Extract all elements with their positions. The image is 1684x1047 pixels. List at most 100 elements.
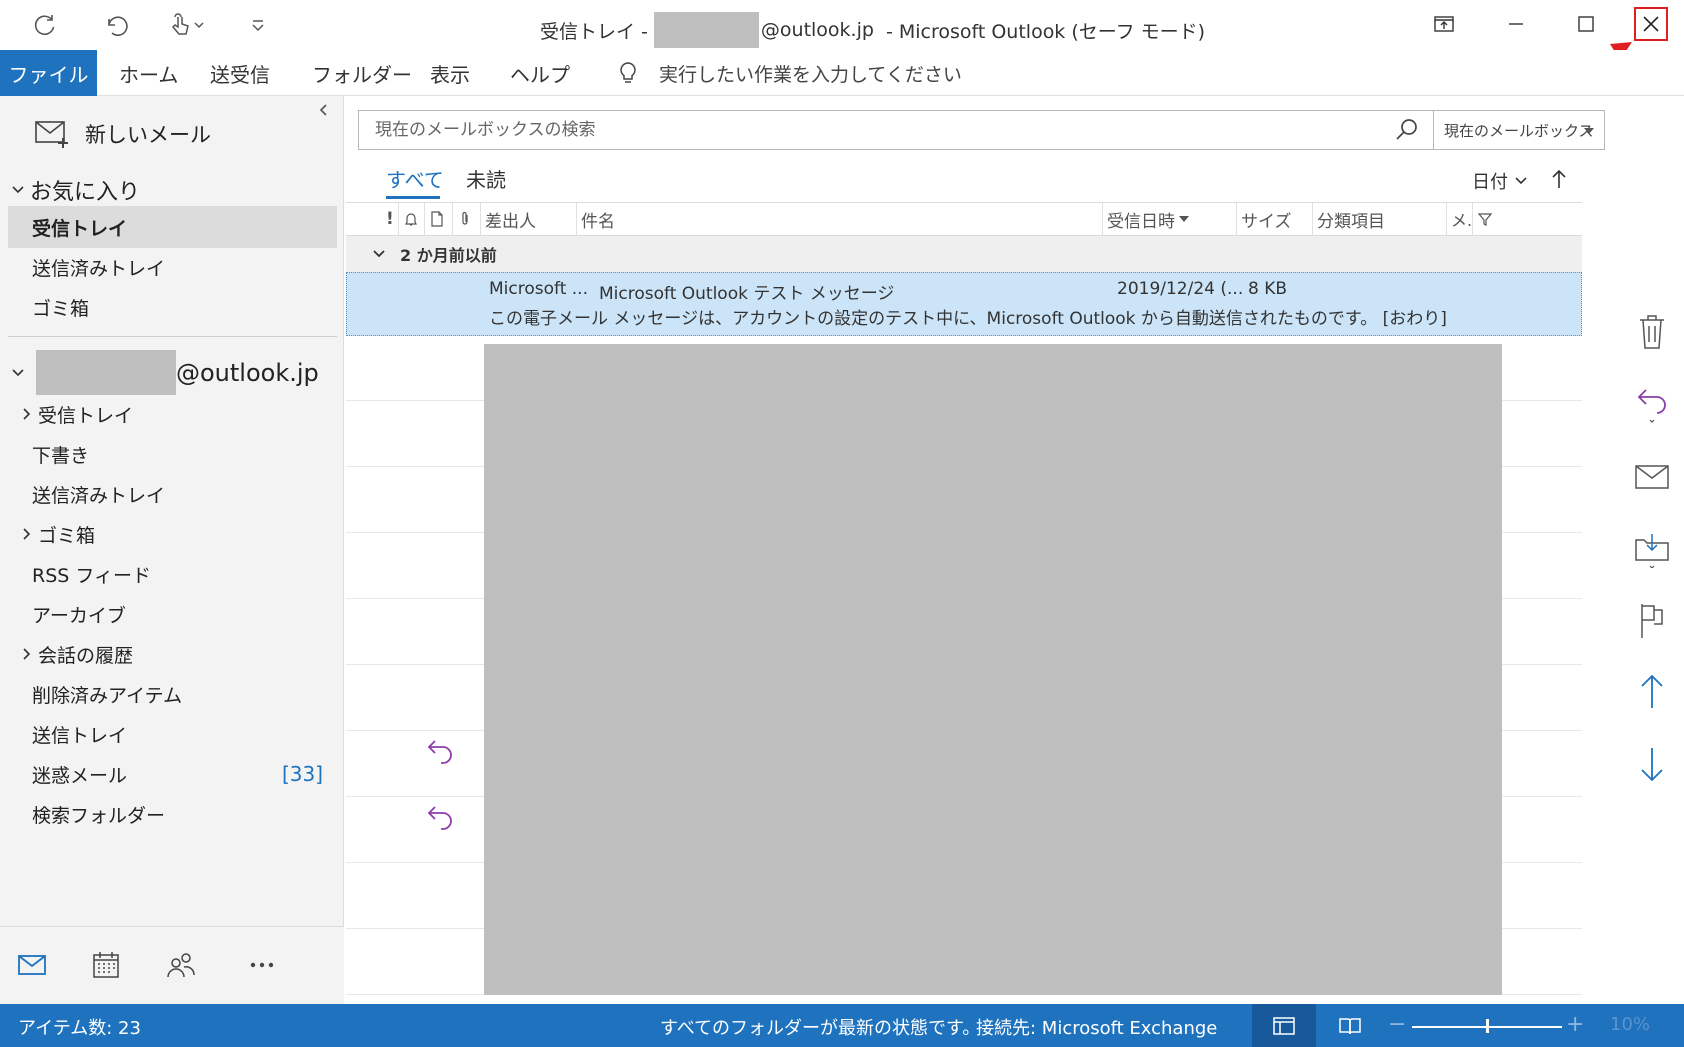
group-header[interactable]: 2 か月前以前 — [346, 236, 1582, 272]
folder-drafts[interactable]: 下書き — [8, 433, 337, 475]
tab-view[interactable]: 表示 — [430, 50, 470, 96]
title-domain: @outlook.jp — [760, 19, 874, 41]
tab-send-receive[interactable]: 送受信 — [210, 50, 270, 96]
replied-icon — [427, 740, 452, 764]
chevron-right-icon — [23, 408, 31, 420]
zoom-slider-thumb[interactable] — [1486, 1019, 1489, 1033]
sync-icon[interactable] — [30, 10, 60, 40]
tell-me-label: 実行したい作業を入力してください — [659, 63, 962, 86]
delete-icon[interactable] — [1634, 312, 1670, 352]
redacted-account — [653, 12, 759, 48]
folder-search[interactable]: 検索フォルダー — [8, 793, 337, 835]
mail-icon[interactable] — [14, 947, 50, 983]
sort-by-label: 日付 — [1472, 172, 1508, 193]
search-scope-dropdown[interactable]: 現在のメールボックス — [1434, 110, 1605, 150]
close-icon[interactable] — [1634, 7, 1668, 41]
folder-label: 会話の履歴 — [38, 644, 134, 667]
ribbon-display-options-icon[interactable] — [1412, 2, 1476, 46]
zoom-level[interactable]: 10% — [1610, 1014, 1650, 1035]
folder-archive[interactable]: アーカイブ — [8, 593, 337, 635]
col-importance[interactable]: ! — [382, 203, 398, 235]
tab-help[interactable]: ヘルプ — [510, 50, 570, 96]
people-icon[interactable] — [162, 947, 198, 983]
mark-read-envelope-icon[interactable] — [1634, 456, 1670, 496]
favorite-inbox[interactable]: 受信トレイ — [8, 206, 337, 248]
previous-item-icon[interactable] — [1634, 672, 1670, 712]
sort-by-dropdown[interactable]: 日付 — [1472, 168, 1528, 194]
more-icon[interactable] — [244, 947, 280, 983]
col-subject[interactable]: 件名 — [576, 203, 1102, 235]
favorite-sent[interactable]: 送信済みトレイ — [8, 246, 337, 288]
move-to-folder-icon[interactable] — [1634, 528, 1670, 568]
customize-quick-access-icon[interactable] — [243, 10, 273, 40]
title-prefix: 受信トレイ - — [540, 20, 648, 43]
calendar-icon[interactable] — [88, 947, 124, 983]
next-item-icon[interactable] — [1634, 744, 1670, 784]
folder-deleted[interactable]: 削除済みアイテム — [8, 673, 337, 715]
col-size[interactable]: サイズ — [1236, 203, 1312, 235]
tell-me-search[interactable]: 実行したい作業を入力してください — [615, 50, 962, 96]
touch-mode-icon[interactable] — [160, 10, 210, 40]
redacted-message-list — [484, 344, 1502, 995]
title-bar: 受信トレイ - @outlook.jp - Microsoft Outlook … — [0, 0, 1684, 76]
tab-folder[interactable]: フォルダー — [312, 50, 412, 96]
reading-view-icon — [1339, 1017, 1361, 1034]
connection-status: 接続先: Microsoft Exchange — [976, 1018, 1218, 1039]
favorites-header[interactable]: お気に入り — [10, 174, 140, 206]
zoom-out-button[interactable]: − — [1388, 1012, 1406, 1037]
zoom-in-button[interactable]: + — [1566, 1012, 1584, 1037]
flag-icon[interactable] — [1634, 600, 1670, 640]
group-label: 2 か月前以前 — [400, 246, 497, 265]
col-reminder[interactable] — [398, 203, 424, 235]
folder-conversation-history[interactable]: 会話の履歴 — [8, 633, 337, 675]
minimize-icon[interactable] — [1484, 2, 1548, 46]
folder-sent[interactable]: 送信済みトレイ — [8, 473, 337, 515]
message-from: Microsoft ... — [489, 279, 588, 299]
search-scope-label: 現在のメールボックス — [1444, 121, 1594, 140]
filter-unread[interactable]: 未読 — [466, 164, 506, 193]
normal-view-icon — [1273, 1016, 1295, 1035]
col-category[interactable]: 分類項目 — [1312, 203, 1446, 235]
unread-count-badge: [33] — [281, 762, 323, 786]
col-received[interactable]: 受信日時 — [1102, 203, 1236, 235]
col-from[interactable]: 差出人 — [480, 203, 576, 235]
reading-view-button[interactable] — [1330, 1004, 1370, 1047]
chevron-right-icon — [23, 528, 31, 540]
folder-trash[interactable]: ゴミ箱 — [8, 513, 337, 555]
folder-inbox[interactable]: 受信トレイ — [8, 393, 337, 435]
undo-icon[interactable] — [100, 10, 130, 40]
sort-direction-icon[interactable] — [1550, 168, 1568, 190]
normal-view-button[interactable] — [1252, 1004, 1316, 1047]
search-input[interactable] — [359, 111, 1389, 149]
status-bar: アイテム数: 23 すべてのフォルダーが最新の状態です。 接続先: Micros… — [0, 1004, 1684, 1047]
reply-icon[interactable] — [1634, 384, 1670, 424]
search-icon[interactable] — [1394, 117, 1420, 143]
filter-all[interactable]: すべて — [386, 164, 444, 193]
new-mail-button[interactable]: 新しいメール — [34, 118, 211, 150]
new-mail-label: 新しいメール — [85, 123, 211, 147]
col-attachment[interactable] — [452, 203, 480, 235]
title-app: - Microsoft Outlook (セーフ モード) — [885, 20, 1206, 43]
message-subject: Microsoft Outlook テスト メッセージ — [599, 284, 895, 304]
col-flag-filter[interactable] — [1472, 203, 1502, 235]
folder-label: 迷惑メール — [32, 764, 128, 787]
col-icon[interactable] — [424, 203, 452, 235]
col-mention[interactable]: メ.. — [1446, 203, 1472, 235]
reminder-bell-icon — [405, 213, 417, 226]
paperclip-icon — [462, 211, 468, 225]
dropdown-arrow-icon — [1584, 128, 1594, 134]
redacted-account — [36, 350, 176, 395]
favorite-trash[interactable]: ゴミ箱 — [8, 286, 337, 328]
folder-rss[interactable]: RSS フィード — [8, 553, 337, 595]
folder-junk[interactable]: 迷惑メール [33] — [8, 753, 337, 795]
table-row[interactable]: Microsoft ... Microsoft Outlook テスト メッセー… — [346, 272, 1582, 336]
module-switcher — [0, 926, 344, 1004]
chevron-down-icon — [12, 368, 24, 376]
item-count: アイテム数: 23 — [18, 1018, 141, 1039]
tab-file[interactable]: ファイル — [0, 50, 97, 96]
folder-outbox[interactable]: 送信トレイ — [8, 713, 337, 755]
account-header[interactable]: @outlook.jp — [10, 350, 319, 395]
tab-home[interactable]: ホーム — [119, 50, 178, 96]
chevron-down-icon — [12, 186, 24, 194]
collapse-pane-icon[interactable] — [316, 102, 332, 118]
